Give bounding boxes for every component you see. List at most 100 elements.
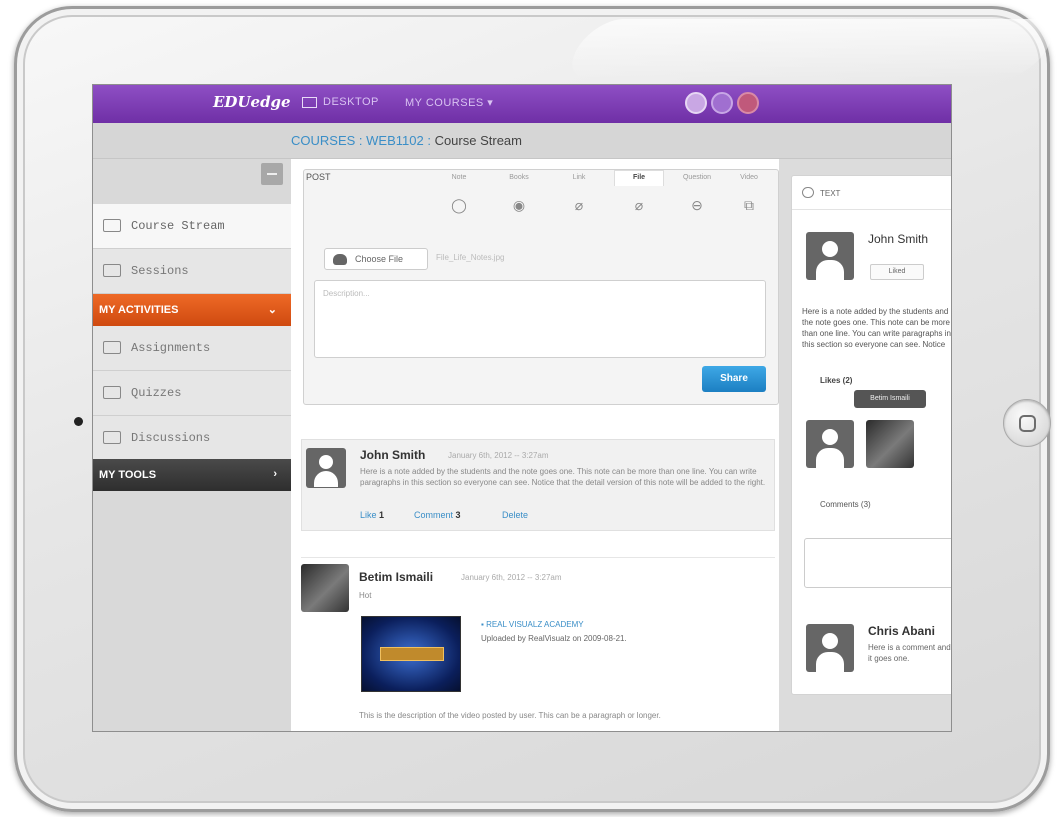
quiz-icon bbox=[103, 386, 121, 399]
cloud-upload-icon bbox=[333, 254, 347, 265]
section-my-activities[interactable]: MY ACTIVITIES ⌄ bbox=[93, 294, 291, 326]
liked-button[interactable]: Liked bbox=[870, 264, 924, 280]
desktop-icon bbox=[302, 97, 317, 108]
tab-note[interactable]: Note bbox=[434, 174, 484, 181]
video-icon[interactable]: ⧉ bbox=[724, 197, 774, 214]
tab-question[interactable]: Question bbox=[672, 174, 722, 181]
avatar[interactable] bbox=[301, 564, 349, 612]
like-label: Like bbox=[360, 510, 377, 520]
section-my-tools[interactable]: MY TOOLS › bbox=[93, 459, 291, 491]
tab-books[interactable]: Books bbox=[494, 174, 544, 181]
nav-my-courses[interactable]: MY COURSES ▾ bbox=[405, 96, 493, 109]
commenter-name[interactable]: Chris Abani bbox=[868, 624, 935, 638]
sidebar-item-label: Quizzes bbox=[131, 386, 182, 400]
video-title-text: REAL VISUALZ ACADEMY bbox=[486, 620, 584, 629]
post-author[interactable]: Betim Ismaili bbox=[359, 570, 433, 584]
like-count: 1 bbox=[379, 510, 385, 520]
assignment-icon bbox=[103, 341, 121, 354]
panel-title: TEXT bbox=[820, 189, 841, 198]
comment-count: 3 bbox=[455, 510, 461, 520]
section-label: MY TOOLS bbox=[99, 469, 157, 481]
like-link[interactable]: Like 1 bbox=[360, 510, 384, 520]
delete-link[interactable]: Delete bbox=[502, 510, 528, 520]
post-composer: POST Note Books Link File Question Video… bbox=[303, 169, 779, 405]
detail-text: Here is a note added by the students and… bbox=[802, 307, 951, 352]
stream-post[interactable]: Betim Ismaili January 6th, 2012 -- 3:27a… bbox=[301, 557, 775, 727]
breadcrumb: COURSES : WEB1102 : Course Stream bbox=[291, 133, 522, 148]
profile-icon[interactable] bbox=[685, 92, 707, 114]
frame-gloss bbox=[559, 19, 1058, 79]
post-label: POST bbox=[306, 172, 331, 182]
books-icon[interactable]: ◉ bbox=[494, 197, 544, 214]
app-logo[interactable]: EDUedge bbox=[213, 93, 291, 111]
avatar[interactable] bbox=[806, 232, 854, 280]
sidebar-item-label: Discussions bbox=[131, 431, 211, 445]
chevron-right-icon: › bbox=[273, 468, 277, 480]
selected-file-name: File_Life_Notes.jpg bbox=[436, 253, 505, 262]
comment-link[interactable]: Comment 3 bbox=[414, 510, 461, 520]
note-icon[interactable]: ◯ bbox=[434, 197, 484, 214]
post-date: January 6th, 2012 -- 3:27am bbox=[461, 573, 562, 582]
post-author[interactable]: John Smith bbox=[360, 448, 425, 462]
discussion-icon bbox=[103, 431, 121, 444]
monitor-icon bbox=[103, 264, 121, 277]
detail-author[interactable]: John Smith bbox=[868, 232, 928, 246]
avatar[interactable] bbox=[306, 448, 346, 488]
likes-count[interactable]: Likes (2) bbox=[820, 376, 852, 385]
question-icon[interactable]: ⊖ bbox=[672, 197, 722, 214]
video-uploader: Uploaded by RealVisualz on 2009-08-21. bbox=[481, 634, 627, 643]
chevron-down-icon: ⌄ bbox=[267, 304, 277, 316]
choose-file-button[interactable]: Choose File bbox=[324, 248, 428, 270]
liker-avatar[interactable] bbox=[806, 420, 854, 468]
breadcrumb-course[interactable]: WEB1102 bbox=[366, 133, 424, 148]
share-button[interactable]: Share bbox=[702, 366, 766, 392]
choose-file-label: Choose File bbox=[355, 254, 404, 264]
nav-desktop[interactable]: DESKTOP bbox=[323, 96, 379, 108]
sidebar-item-label: Assignments bbox=[131, 341, 211, 355]
comment-input[interactable] bbox=[804, 538, 951, 588]
tab-video[interactable]: Video bbox=[724, 174, 774, 181]
video-title[interactable]: ▪ REAL VISUALZ ACADEMY bbox=[481, 620, 584, 629]
notifications-icon[interactable] bbox=[737, 92, 759, 114]
home-square-icon bbox=[1019, 415, 1036, 432]
paperclip-icon[interactable]: ⌀ bbox=[614, 197, 664, 214]
link-icon[interactable]: ⌀ bbox=[554, 197, 604, 214]
post-date: January 6th, 2012 -- 3:27am bbox=[448, 451, 549, 460]
course-stream: POST Note Books Link File Question Video… bbox=[291, 159, 779, 731]
detail-pointer bbox=[779, 479, 787, 503]
breadcrumb-courses[interactable]: COURSES bbox=[291, 133, 355, 148]
sidebar-item-course-stream[interactable]: Course Stream bbox=[93, 204, 291, 249]
sidebar-item-quizzes[interactable]: Quizzes bbox=[93, 371, 291, 416]
section-label: MY ACTIVITIES bbox=[99, 304, 179, 316]
liker-tooltip: Betim Ismaili bbox=[854, 390, 926, 408]
video-thumbnail[interactable] bbox=[361, 616, 461, 692]
breadcrumb-bar: COURSES : WEB1102 : Course Stream bbox=[93, 123, 951, 159]
home-button[interactable] bbox=[1003, 399, 1051, 447]
sidebar-item-sessions[interactable]: Sessions bbox=[93, 249, 291, 294]
stream-post[interactable]: John Smith January 6th, 2012 -- 3:27am H… bbox=[301, 439, 775, 531]
sidebar: Course Stream Sessions MY ACTIVITIES ⌄ A… bbox=[93, 159, 291, 731]
panel-header: TEXT bbox=[792, 176, 951, 210]
avatar[interactable] bbox=[806, 624, 854, 672]
top-navbar: EDUedge DESKTOP MY COURSES ▾ bbox=[93, 85, 951, 123]
comment-text: Here is a comment and it goes one. bbox=[868, 643, 951, 663]
breadcrumb-current: Course Stream bbox=[434, 133, 522, 148]
speech-bubble-icon bbox=[802, 187, 814, 198]
messages-icon[interactable] bbox=[711, 92, 733, 114]
liker-avatar[interactable] bbox=[866, 420, 914, 468]
post-text: Hot bbox=[359, 591, 372, 600]
comment-label: Comment bbox=[414, 510, 454, 520]
sidebar-item-discussions[interactable]: Discussions bbox=[93, 416, 291, 461]
tab-link[interactable]: Link bbox=[554, 174, 604, 181]
collapse-sidebar-button[interactable] bbox=[261, 163, 283, 185]
video-description: This is the description of the video pos… bbox=[359, 711, 661, 720]
camera-icon bbox=[74, 417, 83, 426]
tab-file[interactable]: File bbox=[614, 170, 664, 186]
video-title-banner bbox=[380, 647, 444, 661]
comments-count: Comments (3) bbox=[820, 500, 871, 509]
description-input[interactable]: Description... bbox=[314, 280, 766, 358]
breadcrumb-sep2: : bbox=[423, 133, 435, 148]
sidebar-item-assignments[interactable]: Assignments bbox=[93, 326, 291, 371]
sidebar-item-label: Course Stream bbox=[131, 219, 225, 233]
screen: EDUedge DESKTOP MY COURSES ▾ COURSES : W… bbox=[92, 84, 952, 732]
